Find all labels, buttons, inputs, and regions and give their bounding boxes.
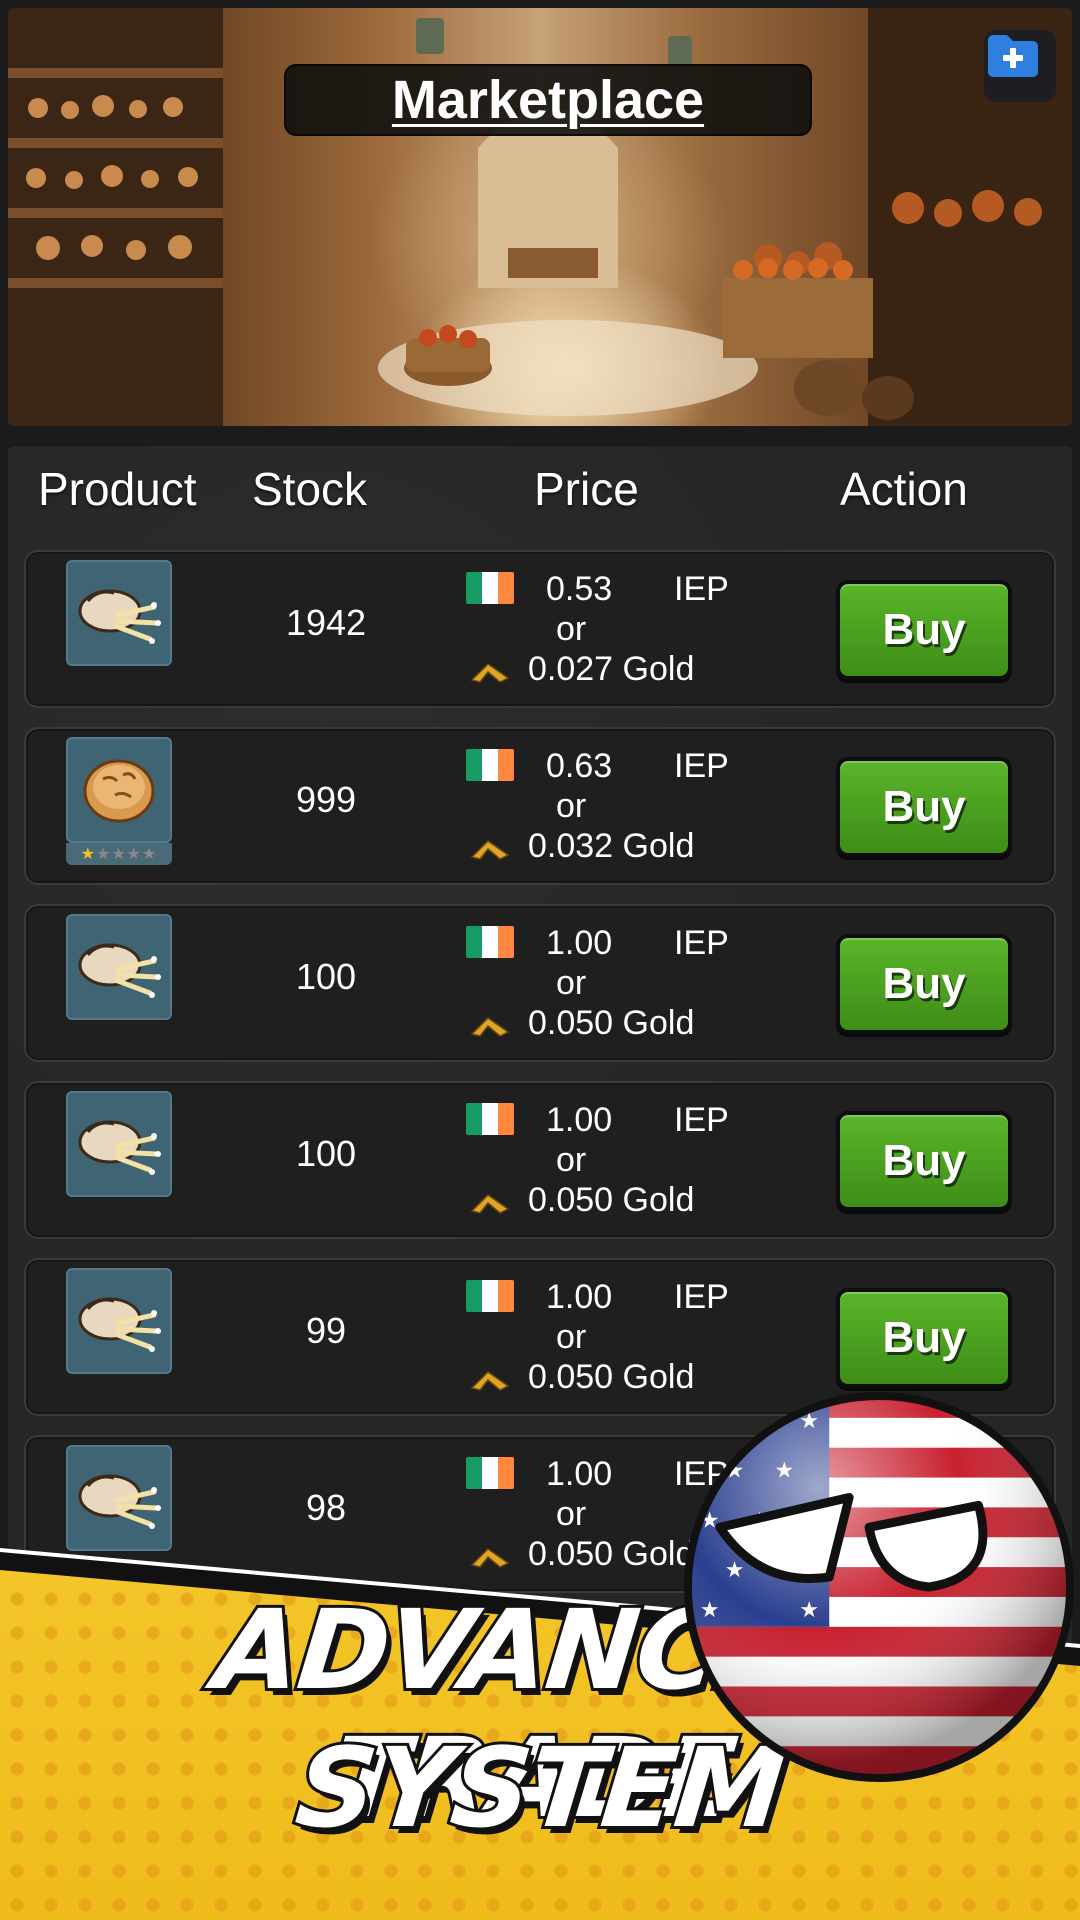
- column-header-stock: Stock: [252, 463, 368, 515]
- price-or-label: or: [556, 1495, 587, 1533]
- ireland-flag-icon: [466, 749, 514, 781]
- price-amount: 1.00: [546, 1455, 613, 1493]
- price-amount: 0.53: [546, 570, 613, 608]
- column-header-action: Action: [840, 463, 968, 515]
- add-folder-button[interactable]: [984, 30, 1056, 102]
- buy-button[interactable]: Buy: [836, 580, 1012, 680]
- price-or-label: or: [556, 1141, 587, 1179]
- ireland-flag-icon: [466, 926, 514, 958]
- gold-price: 0.027 Gold: [528, 650, 695, 688]
- stock-value: 98: [305, 1487, 347, 1528]
- price-cell: 0.53 IEP or 0.027 Gold: [466, 562, 746, 702]
- stock-value: 100: [295, 956, 357, 997]
- product-thumbnail[interactable]: [66, 1268, 172, 1374]
- gold-icon: [470, 840, 510, 860]
- quality-stars: ★★★★★: [66, 843, 172, 865]
- wheat-sack-icon: [78, 943, 161, 998]
- svg-text:★: ★: [700, 1409, 720, 1434]
- ireland-flag-icon: [466, 1280, 514, 1312]
- table-row: ★★★★★ 999 0.63 IEP or 0.032 Gold Buy: [24, 727, 1056, 885]
- price-currency: IEP: [674, 570, 729, 608]
- stock-value: 999: [295, 779, 357, 820]
- price-cell: 0.63 IEP or 0.032 Gold: [466, 739, 746, 879]
- gold-price: 0.050 Gold: [528, 1004, 695, 1042]
- price-or-label: or: [556, 787, 587, 825]
- wheat-sack-icon: [78, 589, 161, 644]
- wheat-sack-icon: [78, 1297, 161, 1352]
- ireland-flag-icon: [466, 1457, 514, 1489]
- bread-icon: [83, 759, 155, 823]
- price-amount: 1.00: [546, 924, 613, 962]
- table-row: 100 1.00 IEP or 0.050 Gold Buy: [24, 1081, 1056, 1239]
- price-currency: IEP: [674, 1278, 729, 1316]
- page-title: Marketplace: [391, 70, 705, 130]
- folder-plus-icon: [988, 35, 1038, 77]
- star-empty-icon: ★★★★: [95, 844, 158, 863]
- price-cell: 1.00 IEP or 0.050 Gold: [466, 1093, 746, 1233]
- buy-button[interactable]: Buy: [836, 1288, 1012, 1388]
- price-or-label: or: [556, 610, 587, 648]
- gold-icon: [470, 663, 510, 683]
- gold-price: 0.050 Gold: [528, 1181, 695, 1219]
- product-thumbnail[interactable]: [66, 737, 172, 843]
- stock-value: 100: [295, 1133, 357, 1174]
- price-currency: IEP: [674, 747, 729, 785]
- wheat-sack-icon: [78, 1120, 161, 1175]
- column-header-price: Price: [534, 463, 639, 515]
- buy-button[interactable]: Buy: [836, 757, 1012, 857]
- buy-button[interactable]: Buy: [836, 934, 1012, 1034]
- wheat-sack-icon: [78, 1474, 161, 1529]
- price-amount: 0.63: [546, 747, 613, 785]
- buy-button[interactable]: Buy: [836, 1111, 1012, 1211]
- marketplace-hero-image: Marketplace: [8, 8, 1072, 426]
- product-thumbnail[interactable]: [66, 1091, 172, 1197]
- gold-icon: [470, 1194, 510, 1214]
- product-thumbnail[interactable]: [66, 560, 172, 666]
- usa-countryball-mascot: ★★★ ★★ ★★★ ★★ ★★: [683, 1391, 1075, 1783]
- gold-price: 0.032 Gold: [528, 827, 695, 865]
- price-or-label: or: [556, 964, 587, 1002]
- stock-value: 1942: [285, 602, 367, 643]
- price-or-label: or: [556, 1318, 587, 1356]
- gold-icon: [470, 1017, 510, 1037]
- stock-value: 99: [305, 1310, 347, 1351]
- title-banner: Marketplace: [284, 64, 812, 136]
- gold-price: 0.050 Gold: [528, 1358, 695, 1396]
- column-header-product: Product: [38, 463, 197, 515]
- price-currency: IEP: [674, 1101, 729, 1139]
- gold-icon: [470, 1371, 510, 1391]
- price-amount: 1.00: [546, 1101, 613, 1139]
- product-thumbnail[interactable]: [66, 914, 172, 1020]
- price-cell: 1.00 IEP or 0.050 Gold: [466, 916, 746, 1056]
- table-row: 1942 0.53 IEP or 0.027 Gold Buy: [24, 550, 1056, 708]
- product-thumbnail[interactable]: [66, 1445, 172, 1551]
- ireland-flag-icon: [466, 572, 514, 604]
- price-amount: 1.00: [546, 1278, 613, 1316]
- star-filled-icon: ★: [80, 844, 96, 863]
- table-row: 100 1.00 IEP or 0.050 Gold Buy: [24, 904, 1056, 1062]
- ireland-flag-icon: [466, 1103, 514, 1135]
- price-currency: IEP: [674, 924, 729, 962]
